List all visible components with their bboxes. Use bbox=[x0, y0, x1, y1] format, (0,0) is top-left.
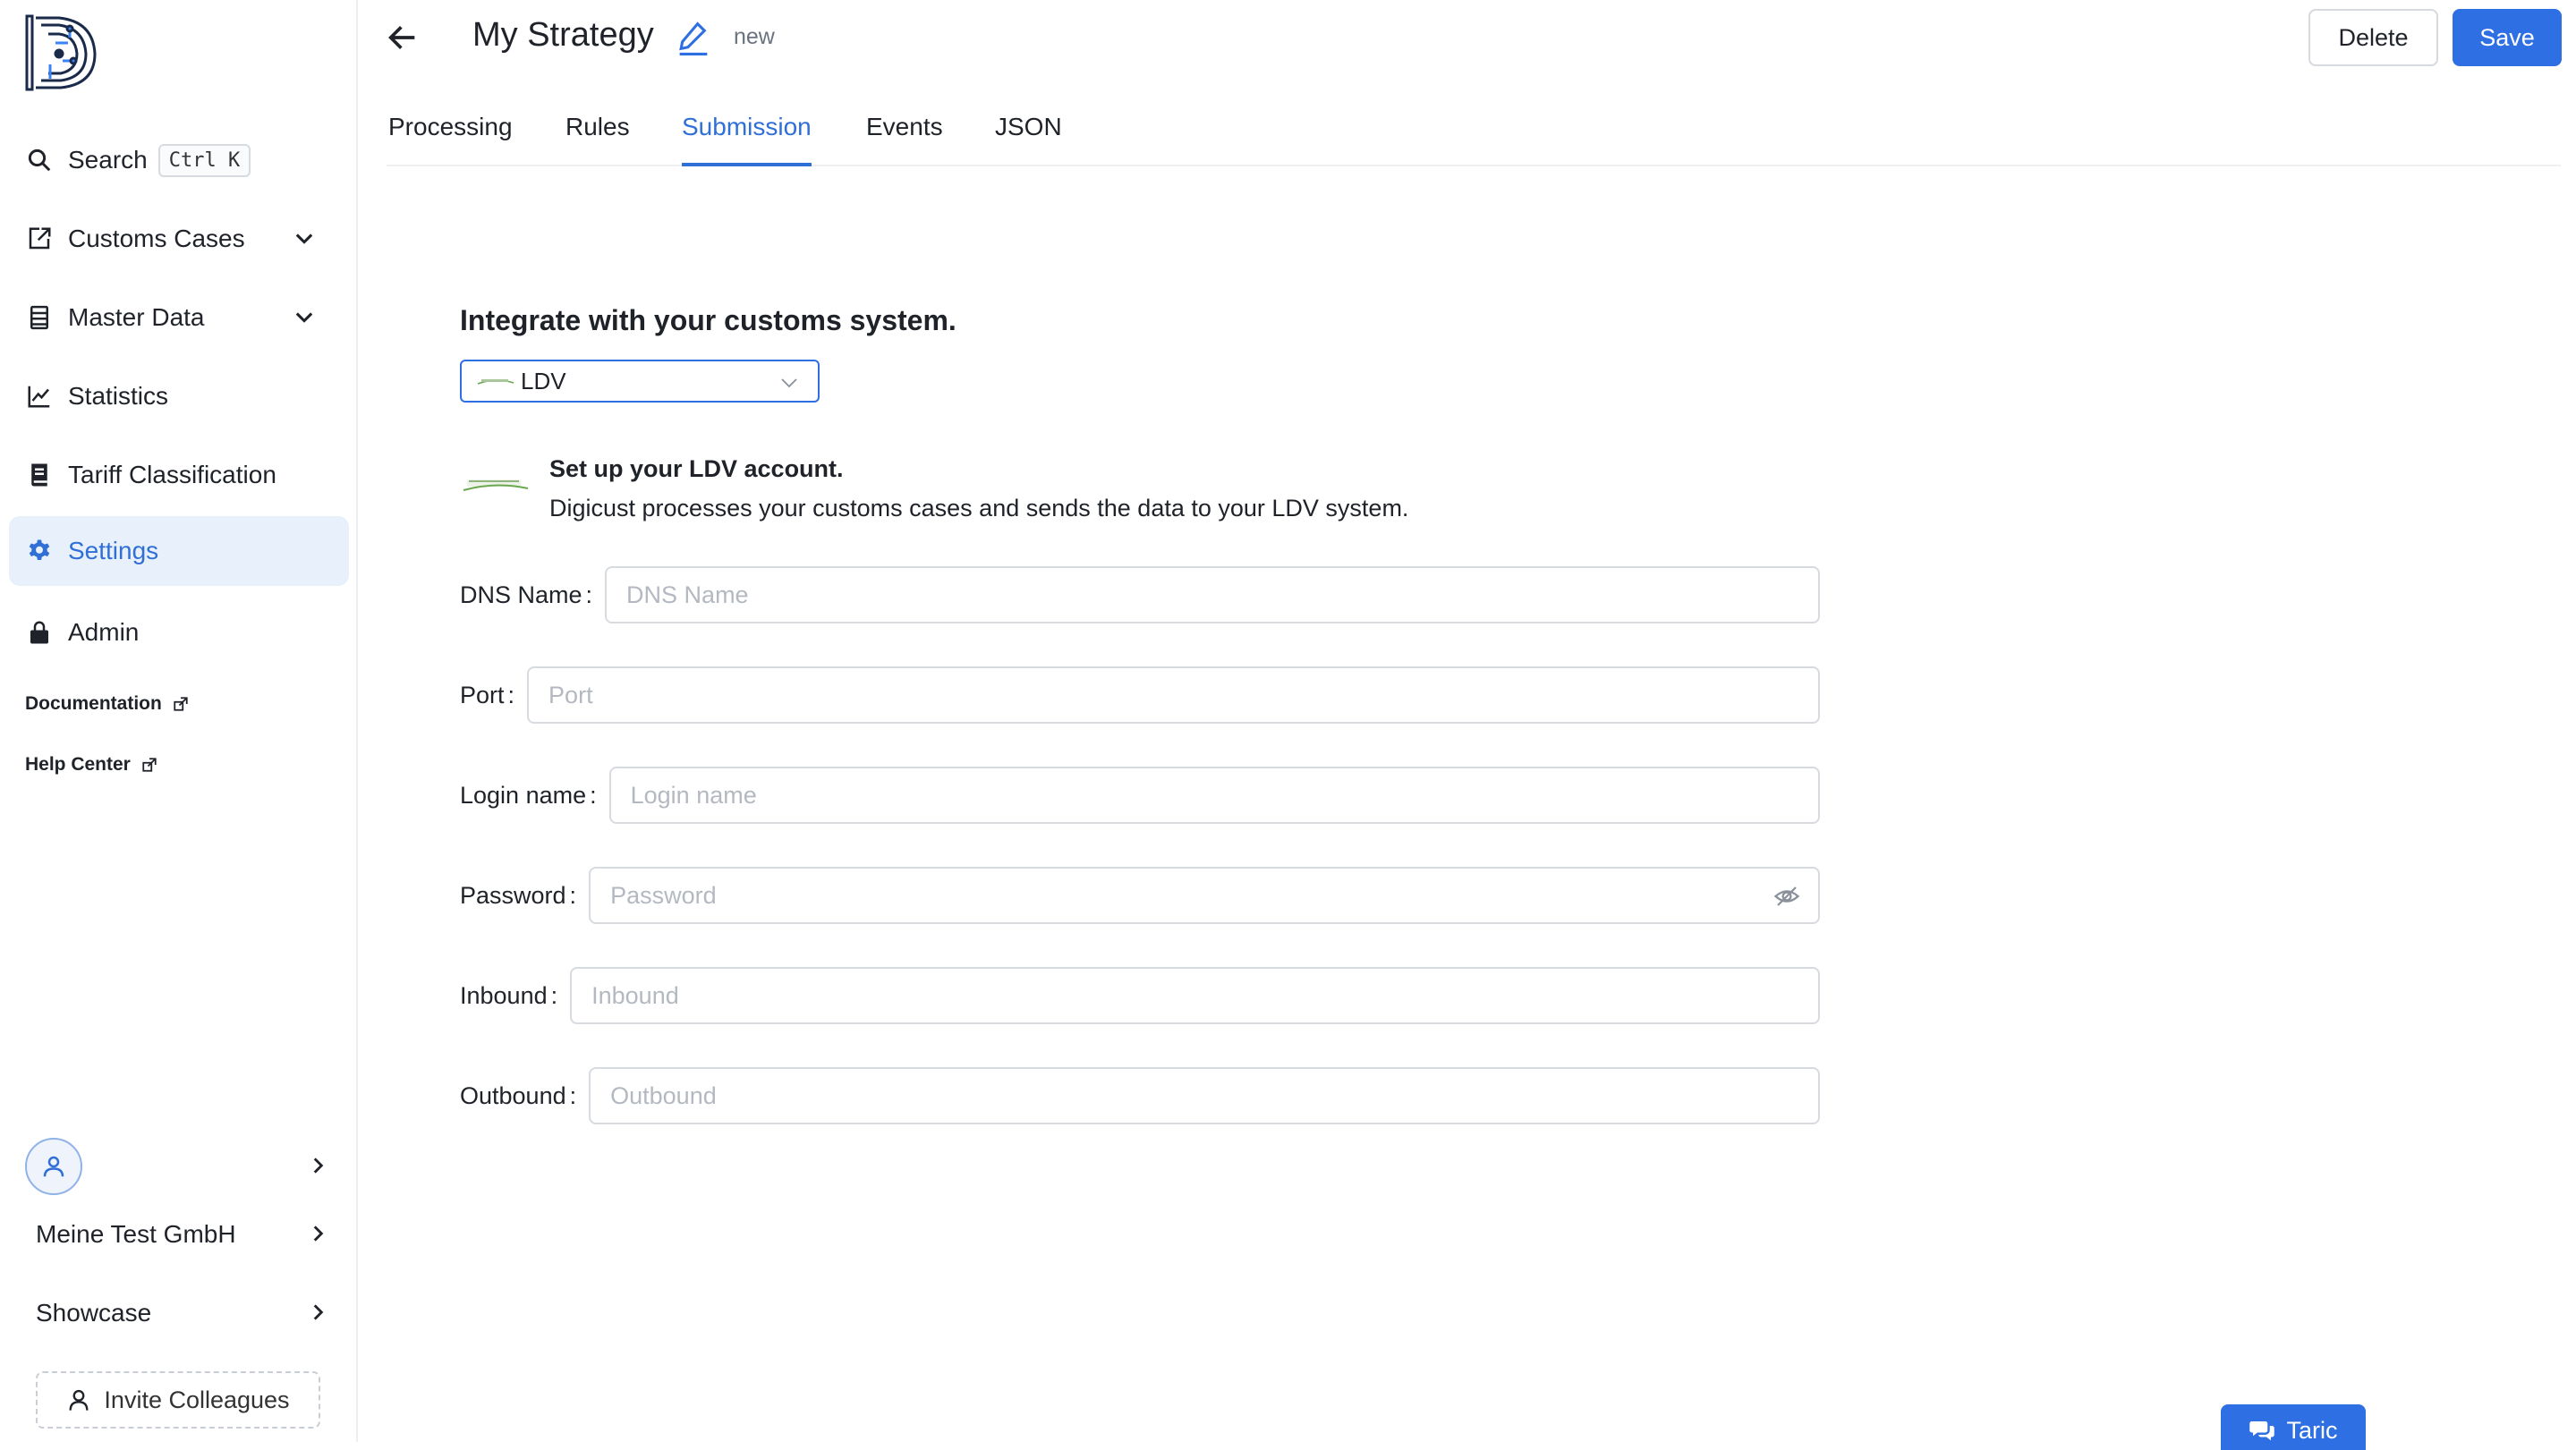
sidebar-item-statistics[interactable]: Statistics bbox=[9, 361, 349, 431]
eye-off-icon[interactable] bbox=[1773, 883, 1800, 910]
sidebar-item-settings[interactable]: Settings bbox=[9, 516, 349, 586]
sidebar-item-master-data[interactable]: Master Data bbox=[9, 283, 349, 352]
line-chart-icon bbox=[25, 382, 54, 411]
sidebar-item-label: Master Data bbox=[68, 303, 205, 331]
external-link-icon bbox=[174, 697, 188, 711]
sidebar-item-label: Tariff Classification bbox=[68, 461, 276, 488]
documentation-label: Documentation bbox=[25, 693, 162, 714]
inbound-label: Inbound: bbox=[460, 981, 558, 1009]
chevron-down-icon[interactable] bbox=[292, 225, 317, 250]
sidebar-item-label: Admin bbox=[68, 618, 140, 646]
search-shortcut: Ctrl K bbox=[157, 143, 251, 177]
external-edit-icon bbox=[25, 225, 54, 253]
chat-icon bbox=[2249, 1421, 2275, 1441]
tab-events[interactable]: Events bbox=[866, 113, 943, 166]
tab-json[interactable]: JSON bbox=[995, 113, 1062, 166]
user-icon bbox=[69, 1389, 89, 1411]
database-icon bbox=[25, 303, 54, 332]
login-name-label: Login name: bbox=[460, 781, 597, 809]
search-icon bbox=[25, 146, 54, 174]
book-icon bbox=[25, 461, 54, 489]
inbound-row: Inbound: bbox=[460, 966, 1820, 1025]
edit-icon[interactable] bbox=[676, 20, 710, 55]
user-icon bbox=[43, 1156, 64, 1177]
login-name-input[interactable] bbox=[608, 767, 1820, 824]
selected-system: LDV bbox=[521, 367, 566, 394]
chevron-down-icon bbox=[781, 378, 797, 388]
back-arrow-icon[interactable] bbox=[385, 20, 421, 55]
avatar[interactable] bbox=[25, 1138, 82, 1195]
help-center-link[interactable]: Help Center bbox=[25, 754, 157, 776]
password-input[interactable] bbox=[589, 867, 1820, 924]
sidebar-search[interactable]: Search Ctrl K bbox=[9, 125, 349, 195]
info-title: Set up your LDV account. bbox=[549, 455, 844, 482]
company-switcher[interactable]: Meine Test GmbH bbox=[25, 1206, 329, 1263]
outbound-row: Outbound: bbox=[460, 1066, 1820, 1125]
invite-colleagues-label: Invite Colleagues bbox=[104, 1386, 290, 1413]
tab-bar: Processing Rules Submission Events JSON bbox=[387, 100, 2561, 166]
outbound-label: Outbound: bbox=[460, 1081, 577, 1109]
password-row: Password: bbox=[460, 866, 1820, 925]
sidebar-item-tariff-classification[interactable]: Tariff Classification bbox=[9, 440, 349, 510]
company-name: Meine Test GmbH bbox=[36, 1220, 236, 1248]
help-center-label: Help Center bbox=[25, 754, 131, 775]
tab-rules[interactable]: Rules bbox=[565, 113, 630, 166]
chevron-down-icon[interactable] bbox=[292, 304, 317, 329]
invite-colleagues-button[interactable]: Invite Colleagues bbox=[36, 1371, 320, 1429]
showcase-menu[interactable]: Showcase bbox=[25, 1285, 329, 1342]
section-title: Integrate with your customs system. bbox=[460, 304, 956, 336]
delete-button[interactable]: Delete bbox=[2308, 9, 2438, 66]
chevron-right-icon bbox=[313, 1225, 324, 1242]
dns-name-label: DNS Name: bbox=[460, 581, 593, 608]
port-row: Port: bbox=[460, 666, 1820, 725]
taric-label: Taric bbox=[2286, 1417, 2338, 1444]
info-description: Digicust processes your customs cases an… bbox=[549, 495, 1409, 521]
external-link-icon bbox=[142, 758, 157, 772]
chevron-right-icon bbox=[313, 1157, 324, 1174]
showcase-label: Showcase bbox=[36, 1299, 152, 1327]
tab-processing[interactable]: Processing bbox=[388, 113, 513, 166]
port-label: Port: bbox=[460, 681, 515, 708]
gear-icon bbox=[25, 537, 54, 565]
login-name-row: Login name: bbox=[460, 766, 1820, 825]
digicust-logo[interactable] bbox=[23, 11, 104, 93]
chevron-right-icon bbox=[313, 1304, 324, 1320]
sidebar-item-customs-cases[interactable]: Customs Cases bbox=[9, 204, 349, 274]
customs-system-select[interactable]: LDV bbox=[460, 360, 820, 403]
sidebar-search-label: Search bbox=[68, 146, 148, 174]
password-wrapper bbox=[589, 867, 1820, 924]
inbound-input[interactable] bbox=[570, 967, 1820, 1024]
sidebar: Search Ctrl K Customs Cases Master Data … bbox=[0, 0, 358, 1442]
dns-name-input[interactable] bbox=[605, 566, 1820, 623]
page-title: My Strategy bbox=[472, 16, 654, 54]
dns-name-row: DNS Name: bbox=[460, 565, 1820, 624]
tab-submission[interactable]: Submission bbox=[682, 113, 812, 166]
status-badge: new bbox=[734, 24, 775, 49]
ldv-logo bbox=[477, 379, 514, 385]
taric-chat-button[interactable]: Taric bbox=[2221, 1404, 2366, 1450]
sidebar-item-admin[interactable]: Admin bbox=[9, 598, 349, 667]
sidebar-item-label: Customs Cases bbox=[68, 225, 245, 252]
sidebar-item-label: Statistics bbox=[68, 382, 169, 410]
save-button[interactable]: Save bbox=[2453, 9, 2562, 66]
port-input[interactable] bbox=[527, 666, 1820, 724]
outbound-input[interactable] bbox=[589, 1067, 1820, 1124]
password-label: Password: bbox=[460, 881, 577, 909]
sidebar-item-label: Settings bbox=[68, 537, 159, 564]
ldv-systems-logo bbox=[463, 479, 529, 491]
user-menu[interactable] bbox=[25, 1138, 329, 1195]
documentation-link[interactable]: Documentation bbox=[25, 693, 189, 715]
app: Search Ctrl K Customs Cases Master Data … bbox=[0, 0, 2576, 1450]
lock-icon bbox=[25, 618, 54, 647]
